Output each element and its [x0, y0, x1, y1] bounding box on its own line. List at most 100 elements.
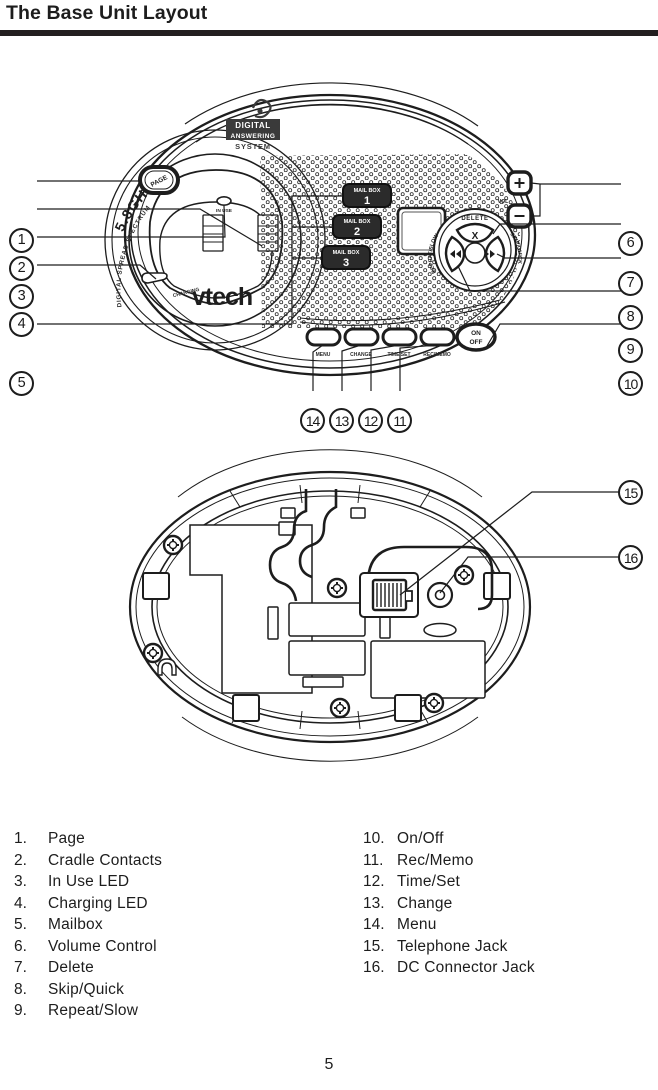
legend-number: 5. — [14, 916, 27, 933]
rec-memo-button-label: REC/MEMO — [423, 352, 451, 358]
legend-label: Delete — [48, 959, 95, 976]
callout-7: 7 — [618, 271, 643, 296]
badge-line1: DIGITAL — [235, 121, 271, 130]
legend-number: 6. — [14, 937, 27, 955]
mailbox-button-1: MAIL BOX 1 — [342, 183, 392, 208]
legend-item-11: 11. Rec/Memo — [363, 850, 535, 872]
legend-number: 16. — [363, 959, 385, 976]
callout-5: 5 — [9, 371, 34, 396]
legend-item-4: 4. Charging LED — [14, 893, 162, 915]
legend-label: Change — [397, 894, 453, 912]
page-button[interactable]: PAGE — [138, 165, 180, 195]
volume-label: VOL — [498, 199, 509, 205]
legend-label: Mailbox — [48, 916, 103, 933]
function-buttons[interactable]: MENU CHANGE TIME/SET REC/MEMO ON OFF — [305, 322, 497, 358]
legend-number: 3. — [14, 873, 27, 890]
callout-2: 2 — [9, 256, 34, 281]
mailbox-button-3-label: MAIL BOX — [333, 250, 360, 256]
delete-button: X DELETE — [455, 216, 495, 244]
callout-9: 9 — [618, 338, 643, 363]
legend-label: Page — [48, 830, 85, 847]
on-off-button: ON OFF — [455, 322, 497, 352]
legend-column-right: 10. On/Off 11. Rec/Memo 12. Time/Set 13.… — [363, 828, 535, 979]
change-button: CHANGE — [343, 327, 380, 358]
legend-number: 14. — [363, 916, 385, 933]
legend-number: 10. — [363, 830, 385, 847]
vtech-logo: vtech — [192, 283, 252, 311]
callout-3: 3 — [9, 284, 34, 309]
menu-button-label: MENU — [316, 352, 331, 358]
page-title: The Base Unit Layout — [6, 2, 208, 24]
legend-item-12: 12. Time/Set — [363, 871, 535, 893]
legend-item-16: 16. DC Connector Jack — [363, 957, 535, 979]
volume-up-button — [506, 170, 533, 196]
base-unit-top-view-figure: 5.8GHZ DIGITAL SPREAD SPECTRUM PAGE DIGI… — [0, 60, 658, 450]
on-off-line2: OFF — [470, 339, 483, 346]
legend-label: Time/Set — [397, 873, 461, 890]
callout-11: 11 — [387, 408, 412, 433]
legend-column-left: 1. Page 2. Cradle Contacts 3. In Use LED… — [14, 828, 162, 1022]
legend-number: 7. — [14, 959, 27, 976]
wall-mount-hook-icon — [157, 658, 177, 676]
callout-13: 13 — [329, 408, 354, 433]
badge-line2: ANSWERING — [231, 133, 276, 140]
legend-number: 4. — [14, 894, 27, 912]
legend-item-5: 5. Mailbox — [14, 914, 162, 936]
mailbox-button-2: MAIL BOX 2 — [332, 214, 382, 239]
callout-14: 14 — [300, 408, 325, 433]
telephone-jack — [359, 572, 419, 618]
legend-item-14: 14. Menu — [363, 914, 535, 936]
legend-item-2: 2. Cradle Contacts — [14, 850, 162, 872]
legend-item-15: 15. Telephone Jack — [363, 936, 535, 958]
legend-number: 1. — [14, 830, 27, 847]
legend-label: Telephone Jack — [397, 937, 508, 955]
change-button-label: CHANGE — [350, 352, 372, 358]
menu-button: MENU — [305, 327, 342, 358]
digital-answering-system-badge: DIGITAL ANSWERING SYSTEM — [226, 98, 280, 151]
mailbox-button-1-number: 1 — [364, 195, 370, 207]
callout-8: 8 — [618, 305, 643, 330]
callout-4: 4 — [9, 312, 34, 337]
legend-item-3: 3. In Use LED — [14, 871, 162, 893]
legend-label: DC Connector Jack — [397, 959, 535, 976]
legend-item-1: 1. Page — [14, 828, 162, 850]
legend-item-7: 7. Delete — [14, 957, 162, 979]
legend-label: Repeat/Slow — [48, 1002, 139, 1019]
base-unit-bottom-view-drawing — [128, 449, 621, 762]
page-number: 5 — [324, 1056, 334, 1073]
delete-glyph: X — [472, 231, 479, 242]
callout-15: 15 — [618, 480, 643, 505]
legend-label: Cradle Contacts — [48, 851, 163, 869]
callout-12: 12 — [358, 408, 383, 433]
legend-label: Charging LED — [48, 894, 148, 912]
mailbox-button-2-label: MAIL BOX — [344, 219, 371, 225]
title-divider — [0, 30, 658, 36]
legend-label: Menu — [397, 916, 437, 933]
manual-page: The Base Unit Layout 5.8GH DIGITAL SPREA… — [0, 0, 658, 1090]
badge-line3: SYSTEM — [235, 142, 271, 151]
legend-number: 9. — [14, 1002, 27, 1019]
on-off-line1: ON — [471, 330, 481, 337]
mailbox-button-3-number: 3 — [343, 257, 349, 269]
callout-6: 6 — [618, 231, 643, 256]
callout-10: 10 — [618, 371, 643, 396]
legend-label: Skip/Quick — [48, 980, 125, 998]
legend-number: 13. — [363, 894, 385, 912]
legend-item-10: 10. On/Off — [363, 828, 535, 850]
legend: 1. Page 2. Cradle Contacts 3. In Use LED… — [0, 828, 658, 1048]
mailbox-button-3: MAIL BOX 3 — [321, 245, 371, 270]
legend-label: On/Off — [397, 830, 444, 847]
legend-label: In Use LED — [48, 873, 130, 890]
dc-connector-jack — [426, 581, 454, 609]
legend-number: 12. — [363, 873, 385, 890]
legend-item-13: 13. Change — [363, 893, 535, 915]
callout-1: 1 — [9, 228, 34, 253]
legend-item-9: 9. Repeat/Slow — [14, 1000, 162, 1022]
delete-label: DELETE — [461, 216, 488, 222]
rec-memo-button: REC/MEMO — [419, 327, 456, 358]
legend-number: 15. — [363, 937, 385, 955]
base-unit-top-view-drawing: 5.8GHZ DIGITAL SPREAD SPECTRUM PAGE DIGI… — [37, 82, 621, 391]
legend-item-6: 6. Volume Control — [14, 936, 162, 958]
legend-number: 8. — [14, 980, 27, 998]
legend-number: 11. — [363, 851, 384, 869]
